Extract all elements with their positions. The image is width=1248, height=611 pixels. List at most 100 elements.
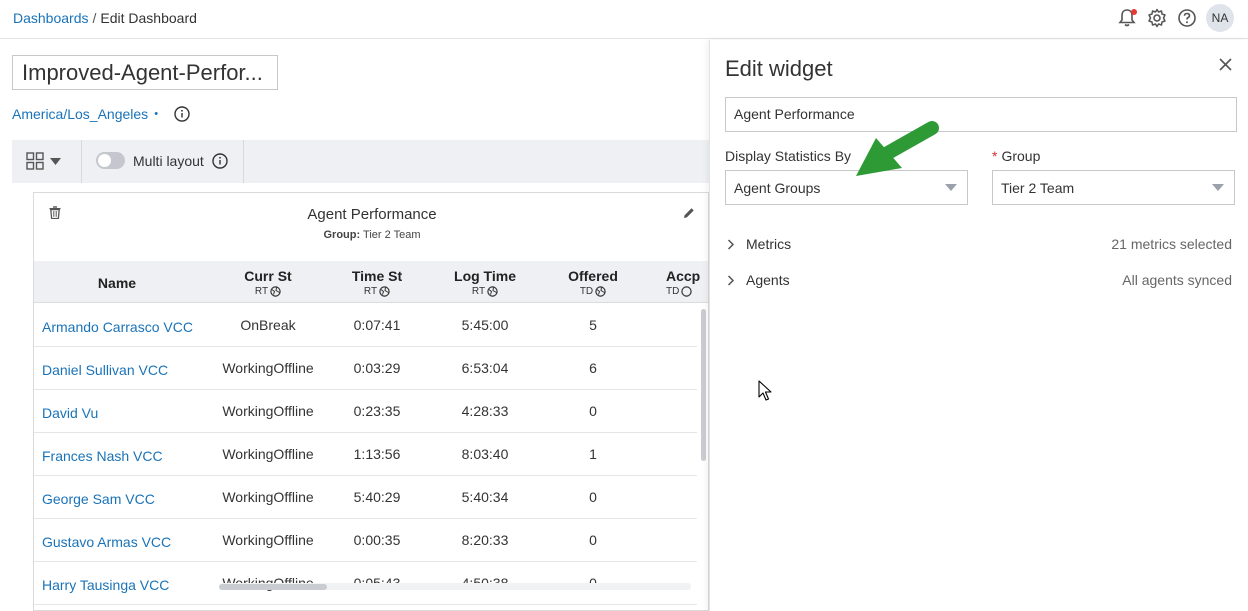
toolbar-divider <box>81 140 82 183</box>
cell-curr-st: WorkingOffline <box>222 403 314 419</box>
cell-time-st: 5:40:29 <box>353 489 401 505</box>
grid-icon <box>26 152 44 170</box>
dashboard-toolbar: Multi layout <box>12 140 709 183</box>
cell-log-time: 4:28:33 <box>461 403 509 419</box>
column-header-accepted[interactable]: Accp TD <box>666 268 708 297</box>
table-row: Gustavo Armas VCC WorkingOffline 0:00:35 8:… <box>34 519 697 562</box>
column-header-curr-st[interactable]: Curr St RT <box>210 268 326 297</box>
cell-curr-st: WorkingOffline <box>222 446 314 462</box>
chevron-right-icon <box>727 239 735 250</box>
table-row: David Vu WorkingOffline 0:23:35 4:28:33 0 <box>34 390 697 433</box>
gear-icon <box>1148 8 1166 28</box>
cell-log-time: 8:03:40 <box>461 446 509 462</box>
chevron-right-icon <box>727 275 735 286</box>
close-icon <box>1219 58 1232 71</box>
multi-layout-toggle[interactable] <box>96 152 125 169</box>
cell-time-st: 0:23:35 <box>353 403 401 419</box>
breadcrumb-current: Edit Dashboard <box>100 10 197 26</box>
top-icons: NA <box>1116 4 1234 32</box>
notifications-button[interactable] <box>1116 7 1138 29</box>
cell-offered: 5 <box>589 317 597 333</box>
table-row: Daniel Sullivan VCC WorkingOffline 0:03:29… <box>34 347 697 390</box>
multi-layout-label: Multi layout <box>133 152 204 169</box>
timezone-row: America/Los_Angeles • <box>12 106 190 122</box>
metrics-section-toggle[interactable]: Metrics 21 metrics selected <box>725 236 1232 256</box>
agent-name-link[interactable]: Daniel Sullivan VCC <box>42 362 168 378</box>
table-row: Frances Nash VCC WorkingOffline 1:13:56 8:0… <box>34 433 697 476</box>
help-icon <box>1178 9 1196 27</box>
widget-group-subtitle: Group: Tier 2 Team <box>34 229 708 241</box>
vertical-scrollbar[interactable] <box>701 309 706 461</box>
info-icon[interactable] <box>212 152 228 169</box>
agent-performance-widget: Agent Performance Group: Tier 2 Team Nam… <box>33 192 709 611</box>
display-stats-label: Display Statistics By <box>725 148 852 164</box>
widget-name-input[interactable]: Agent Performance <box>725 97 1237 132</box>
horizontal-scrollbar[interactable] <box>219 584 327 590</box>
column-header-log-time[interactable]: Log Time RT <box>435 268 535 297</box>
globe-icon <box>681 286 693 297</box>
agents-summary: All agents synced <box>1122 272 1232 288</box>
edit-widget-panel: Edit widget Agent Performance Display St… <box>709 40 1248 611</box>
breadcrumb-separator: / <box>92 10 97 26</box>
cell-curr-st: WorkingOffline <box>222 360 314 376</box>
table-header: Name Curr St RT Time St RT Log Time RT Offe… <box>34 261 708 303</box>
multi-layout-control: Multi layout <box>96 152 228 169</box>
column-header-time-st[interactable]: Time St RT <box>334 268 420 297</box>
caret-down-icon <box>945 184 957 191</box>
agent-name-link[interactable]: Harry Tausinga VCC <box>42 577 169 593</box>
agent-name-link[interactable]: David Vu <box>42 405 98 421</box>
group-label: * Group <box>992 148 1041 164</box>
caret-down-icon <box>50 157 61 165</box>
breadcrumb: Dashboards / Edit Dashboard <box>13 10 197 26</box>
group-select-value: Tier 2 Team <box>1001 180 1075 196</box>
info-icon[interactable] <box>174 106 190 122</box>
settings-button[interactable] <box>1146 7 1168 29</box>
table-row: Armando Carrasco VCC OnBreak 0:07:41 5:45:0… <box>34 304 697 347</box>
widget-group-label: Group: <box>323 229 361 241</box>
table-row: George Sam VCC WorkingOffline 5:40:29 5:40:… <box>34 476 697 519</box>
required-marker: * <box>992 148 998 164</box>
cell-log-time: 8:20:33 <box>461 532 509 548</box>
cell-curr-st: WorkingOffline <box>222 532 314 548</box>
layout-grid-button[interactable] <box>26 152 61 170</box>
cell-curr-st: WorkingOffline <box>222 489 314 505</box>
agent-name-link[interactable]: Frances Nash VCC <box>42 448 163 464</box>
pencil-icon <box>684 208 694 218</box>
avatar[interactable]: NA <box>1206 4 1234 32</box>
breadcrumb-dashboards-link[interactable]: Dashboards <box>13 10 89 26</box>
cell-log-time: 6:53:04 <box>461 360 509 376</box>
widget-group-value: Tier 2 Team <box>363 229 421 241</box>
cell-time-st: 1:13:56 <box>353 446 401 462</box>
group-select[interactable]: Tier 2 Team <box>992 170 1235 205</box>
cell-log-time: 5:45:00 <box>461 317 509 333</box>
globe-icon <box>379 286 390 297</box>
column-header-name[interactable]: Name <box>34 275 200 291</box>
cell-time-st: 0:00:35 <box>353 532 401 548</box>
agents-label: Agents <box>746 272 790 288</box>
table-body: Armando Carrasco VCC OnBreak 0:07:41 5:45:0… <box>34 304 697 605</box>
panel-title: Edit widget <box>725 56 833 81</box>
edit-widget-button[interactable] <box>683 206 695 222</box>
notification-dot <box>1131 9 1137 15</box>
toolbar-divider <box>243 140 244 183</box>
cell-offered: 6 <box>589 360 597 376</box>
annotation-arrow-icon <box>856 121 939 176</box>
timezone-selector[interactable]: America/Los_Angeles <box>12 106 148 122</box>
cell-time-st: 0:03:29 <box>353 360 401 376</box>
column-header-offered[interactable]: Offered TD <box>550 268 636 297</box>
cell-offered: 0 <box>589 532 597 548</box>
agent-name-link[interactable]: Gustavo Armas VCC <box>42 534 171 550</box>
dashboard-title-input[interactable]: Improved-Agent-Perfor... <box>12 55 278 90</box>
cell-log-time: 5:40:34 <box>461 489 509 505</box>
help-button[interactable] <box>1176 7 1198 29</box>
agents-section-toggle[interactable]: Agents All agents synced <box>725 272 1232 292</box>
agent-name-link[interactable]: George Sam VCC <box>42 491 155 507</box>
cell-offered: 0 <box>589 489 597 505</box>
agent-name-link[interactable]: Armando Carrasco VCC <box>42 319 193 335</box>
timezone-dropdown-dot[interactable]: • <box>154 108 158 120</box>
close-panel-button[interactable] <box>1219 58 1232 74</box>
display-stats-value: Agent Groups <box>734 180 821 196</box>
globe-icon <box>270 286 281 297</box>
globe-icon <box>595 286 606 297</box>
metrics-label: Metrics <box>746 236 792 252</box>
